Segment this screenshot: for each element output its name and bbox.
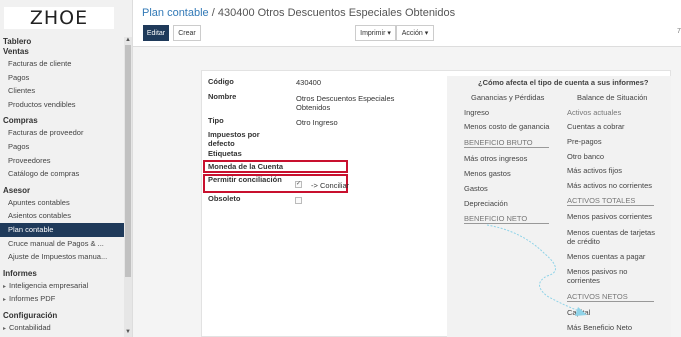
balance-item: Otro banco	[567, 152, 605, 161]
balance-item: Menos cuentas a pagar	[567, 252, 646, 261]
nombre-value-line1: Otros Descuentos Especiales	[296, 94, 395, 103]
pl-total: BENEFICIO BRUTO	[464, 138, 549, 148]
codigo-value: 430400	[296, 78, 322, 87]
sidebar-section-compras: Compras	[3, 116, 38, 126]
pl-item: Más otros ingresos	[464, 154, 528, 163]
pager-counter: 7	[677, 28, 681, 35]
scroll-up-icon[interactable]: ▲	[125, 37, 131, 43]
sidebar: ZHOE Tablero Ventas Facturas de cliente …	[0, 0, 133, 337]
balance-item: Pre-pagos	[567, 137, 602, 146]
sidebar-item-facturas-cliente[interactable]: Facturas de cliente	[0, 57, 124, 71]
pl-heading: Ganancias y Pérdidas	[471, 93, 545, 102]
sidebar-item-plan-contable[interactable]: Plan contable	[0, 222, 124, 237]
sidebar-section-informes: Informes	[3, 268, 37, 278]
tipo-label: Tipo	[208, 116, 224, 125]
impuestos-label-line2: defecto	[208, 139, 235, 148]
obsoleto-label: Obsoleto	[208, 194, 241, 203]
codigo-label: Código	[208, 77, 234, 86]
caret-right-icon: ▸	[3, 297, 7, 304]
breadcrumb-current: 430400 Otros Descuentos Especiales Obten…	[217, 7, 456, 19]
sidebar-item-cruce-manual[interactable]: Cruce manual de Pagos & ...	[0, 237, 124, 251]
balance-total: ACTIVOS TOTALES	[567, 196, 654, 206]
balance-heading: Balance de Situación	[577, 93, 648, 102]
pl-item: Ingreso	[464, 108, 490, 117]
breadcrumb: Plan contable / 430400 Otros Descuentos …	[142, 7, 455, 19]
sidebar-item-pagos-compras[interactable]: Pagos	[0, 140, 124, 154]
scroll-down-icon[interactable]: ▼	[125, 329, 131, 335]
sidebar-section-asesor: Asesor	[3, 185, 31, 195]
balance-item: de crédito	[567, 237, 600, 246]
conciliacion-checkbox[interactable]: ✓	[295, 181, 302, 188]
pl-total: BENEFICIO NETO	[464, 214, 549, 224]
sidebar-item-catalogo-compras[interactable]: Catálogo de compras	[0, 167, 124, 181]
edit-button[interactable]: Editar	[143, 25, 169, 41]
balance-item: Menos cuentas de tarjetas	[567, 228, 655, 237]
balance-item: Activos actuales	[567, 108, 622, 117]
sidebar-section-configuracion: Configuración	[3, 310, 58, 320]
sidebar-item-contabilidad[interactable]: ▸ Contabilidad	[0, 321, 124, 335]
balance-total: ACTIVOS NETOS	[567, 292, 654, 302]
balance-item: Más activos fijos	[567, 166, 623, 175]
balance-item: Más activos no corrientes	[567, 181, 653, 190]
action-dropdown[interactable]: Acción ▾	[396, 25, 434, 41]
breadcrumb-separator: /	[211, 7, 215, 19]
balance-item: Más Beneficio Neto	[567, 323, 633, 332]
caret-right-icon: ▸	[3, 325, 7, 332]
etiquetas-label: Etiquetas	[208, 149, 242, 158]
info-panel-title: ¿Cómo afecta el tipo de cuenta a sus inf…	[478, 78, 649, 87]
nombre-value-line2: Obtenidos	[296, 103, 331, 112]
sidebar-item-productos-vendibles[interactable]: Productos vendibles	[0, 98, 124, 112]
balance-item: Menos pasivos no	[567, 267, 628, 276]
sidebar-item-ajuste-impuestos[interactable]: Ajuste de Impuestos manua...	[0, 250, 124, 264]
breadcrumb-root[interactable]: Plan contable	[142, 7, 209, 19]
sidebar-item-pagos-ventas[interactable]: Pagos	[0, 71, 124, 85]
sidebar-item-tablero[interactable]: Tablero	[0, 37, 124, 47]
sidebar-item-label: Contabilidad	[9, 322, 51, 332]
balance-item: Capital	[567, 308, 591, 317]
tipo-value: Otro Ingreso	[296, 118, 338, 127]
caret-right-icon: ▸	[3, 283, 7, 290]
sidebar-item-inteligencia[interactable]: ▸ Inteligencia empresarial	[0, 279, 124, 293]
balance-item: corrientes	[567, 276, 600, 285]
obsoleto-checkbox[interactable]	[295, 197, 302, 204]
pl-item: Menos costo de ganancia	[464, 122, 550, 131]
sidebar-item-label: Inteligencia empresarial	[9, 280, 89, 290]
conciliar-link[interactable]: -> Conciliar	[311, 181, 349, 190]
sidebar-item-facturas-proveedor[interactable]: Facturas de proveedor	[0, 126, 124, 140]
balance-item: Menos pasivos corrientes	[567, 212, 653, 221]
pl-item: Menos gastos	[464, 169, 511, 178]
sidebar-item-informes-pdf[interactable]: ▸ Informes PDF	[0, 292, 124, 306]
sidebar-nav: Tablero Ventas Facturas de cliente Pagos…	[0, 37, 124, 335]
pl-item: Gastos	[464, 184, 488, 193]
print-dropdown[interactable]: Imprimir ▾	[355, 25, 396, 41]
balance-item: Cuentas a cobrar	[567, 122, 625, 131]
sidebar-section-ventas: Ventas	[3, 47, 29, 56]
moneda-label: Moneda de la Cuenta	[208, 162, 284, 171]
sidebar-item-asientos-contables[interactable]: Asientos contables	[0, 209, 124, 223]
conciliacion-label: Permitir conciliación	[208, 175, 282, 184]
scrollbar-thumb[interactable]	[125, 45, 131, 277]
sidebar-item-label: Informes PDF	[9, 294, 56, 304]
sidebar-item-proveedores[interactable]: Proveedores	[0, 154, 124, 168]
sidebar-item-apuntes-contables[interactable]: Apuntes contables	[0, 196, 124, 210]
sidebar-scrollbar[interactable]: ▲ ▼	[124, 37, 132, 337]
company-logo[interactable]: ZHOE	[4, 7, 114, 29]
nombre-label: Nombre	[208, 92, 237, 101]
sidebar-item-clientes[interactable]: Clientes	[0, 84, 124, 98]
create-button[interactable]: Crear	[173, 25, 201, 41]
pl-item: Depreciación	[464, 199, 508, 208]
